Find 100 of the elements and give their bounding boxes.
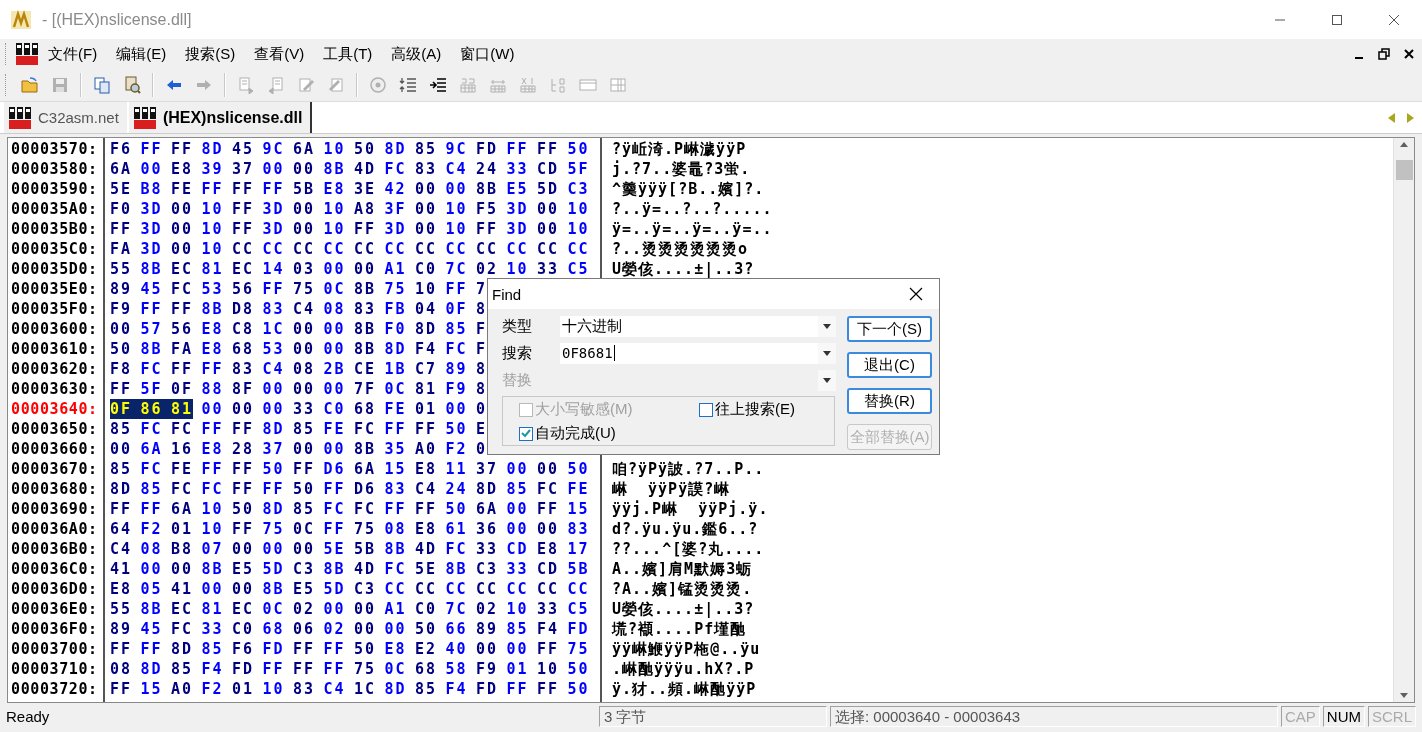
hex-byte[interactable]: 04 xyxy=(415,299,446,319)
hex-byte[interactable]: FC xyxy=(384,159,415,179)
hex-byte[interactable]: FF xyxy=(232,479,263,499)
hex-byte[interactable]: A8 xyxy=(354,199,385,219)
hex-byte[interactable]: 5E xyxy=(110,179,141,199)
hex-byte[interactable]: CC xyxy=(262,239,293,259)
hex-byte[interactable]: 00 xyxy=(506,519,537,539)
hex-byte[interactable]: 85 xyxy=(506,479,537,499)
hex-byte[interactable]: FC xyxy=(140,359,171,379)
hex-byte[interactable]: 8B xyxy=(262,579,293,599)
hex-byte[interactable]: 06 xyxy=(293,619,324,639)
hex-byte[interactable]: B8 xyxy=(171,539,202,559)
hex-byte[interactable]: 1C xyxy=(354,679,385,699)
hex-byte[interactable]: FF xyxy=(384,499,415,519)
hex-byte[interactable]: 8D xyxy=(415,319,446,339)
hex-byte[interactable]: FF xyxy=(140,499,171,519)
hex-byte[interactable]: 3D xyxy=(506,199,537,219)
hex-byte[interactable]: E xyxy=(476,419,486,439)
menu-item[interactable]: 窗口(W) xyxy=(460,42,515,66)
hex-byte[interactable]: 8 xyxy=(476,379,486,399)
hex-byte[interactable]: 4D xyxy=(354,559,385,579)
hex-byte[interactable]: CC xyxy=(476,579,507,599)
hex-byte[interactable]: 85 xyxy=(415,679,446,699)
hex-byte[interactable]: FF xyxy=(445,279,476,299)
hex-byte[interactable]: 00 xyxy=(445,179,476,199)
hex-byte[interactable]: D6 xyxy=(354,479,385,499)
hex-byte[interactable]: 01 xyxy=(415,399,446,419)
hex-byte[interactable]: FA xyxy=(110,239,141,259)
hex-byte[interactable]: 17 xyxy=(567,539,598,559)
hex-byte[interactable]: 75 xyxy=(354,659,385,679)
hex-byte[interactable]: 89 xyxy=(476,619,507,639)
hex-byte[interactable]: FF xyxy=(476,219,507,239)
hex-byte[interactable]: 00 xyxy=(415,219,446,239)
hex-byte[interactable]: FF xyxy=(232,219,263,239)
hex-byte[interactable]: 45 xyxy=(140,279,171,299)
find-icon[interactable] xyxy=(123,76,141,94)
hex-byte[interactable]: FF xyxy=(171,299,202,319)
hex-byte[interactable]: 8B xyxy=(354,319,385,339)
hex-byte[interactable]: D8 xyxy=(232,299,263,319)
hex-byte[interactable]: FE xyxy=(171,179,202,199)
hex-byte[interactable]: 83 xyxy=(232,359,263,379)
hex-byte[interactable]: CE xyxy=(354,359,385,379)
hex-byte[interactable]: 68 xyxy=(232,339,263,359)
dropdown-arrow-icon[interactable] xyxy=(823,323,831,329)
hex-byte[interactable]: 66 xyxy=(445,619,476,639)
hex-byte[interactable]: 89 xyxy=(445,359,476,379)
hex-byte[interactable]: 00 xyxy=(354,259,385,279)
hex-byte[interactable]: FF xyxy=(323,639,354,659)
hex-byte[interactable]: 08 xyxy=(140,539,171,559)
hex-byte[interactable]: 00 xyxy=(262,399,293,419)
hex-byte[interactable]: 24 xyxy=(476,159,507,179)
hex-byte[interactable]: 07 xyxy=(201,539,232,559)
hex-byte[interactable]: E8 xyxy=(415,459,446,479)
hex-byte[interactable]: FD xyxy=(567,619,598,639)
hex-byte[interactable]: 33 xyxy=(201,619,232,639)
hex-byte[interactable]: 8B xyxy=(201,559,232,579)
hex-byte[interactable]: 83 xyxy=(415,159,446,179)
hex-byte[interactable]: C3 xyxy=(293,559,324,579)
hex-byte[interactable]: 41 xyxy=(110,559,141,579)
hex-byte[interactable]: 00 xyxy=(171,239,202,259)
hex-byte[interactable]: F xyxy=(476,339,486,359)
hex-byte[interactable]: 8D xyxy=(384,339,415,359)
hex-byte[interactable]: 85 xyxy=(110,459,141,479)
hex-byte[interactable]: 10 xyxy=(567,199,598,219)
hex-byte[interactable]: E8 xyxy=(323,179,354,199)
hex-byte[interactable]: 85 xyxy=(140,479,171,499)
hex-byte[interactable]: FC xyxy=(445,539,476,559)
hex-byte[interactable]: CC xyxy=(232,239,263,259)
hex-byte[interactable]: D6 xyxy=(323,459,354,479)
hex-byte[interactable]: 00 xyxy=(201,579,232,599)
hex-byte[interactable]: 08 xyxy=(323,299,354,319)
hex-byte[interactable]: FF xyxy=(537,679,568,699)
dialog-button[interactable]: 替换(R) xyxy=(847,388,932,414)
hex-byte[interactable]: 00 xyxy=(354,619,385,639)
hex-byte[interactable]: 3D xyxy=(384,219,415,239)
hex-byte[interactable]: 00 xyxy=(537,199,568,219)
hex-byte[interactable]: 50 xyxy=(445,419,476,439)
dialog-button[interactable]: 退出(C) xyxy=(847,352,932,378)
hex-byte[interactable]: 8D xyxy=(384,679,415,699)
hex-byte[interactable]: 00 xyxy=(415,199,446,219)
hex-byte[interactable]: FF xyxy=(201,359,232,379)
hex-byte[interactable]: FF xyxy=(323,479,354,499)
hex-byte[interactable]: FF xyxy=(323,519,354,539)
hex-byte[interactable]: 5B xyxy=(354,539,385,559)
hex-byte[interactable]: 15 xyxy=(567,499,598,519)
hex-byte[interactable]: C0 xyxy=(415,599,446,619)
hex-byte[interactable]: FE xyxy=(171,459,202,479)
hex-byte[interactable]: 00 xyxy=(262,159,293,179)
menu-item[interactable]: 搜索(S) xyxy=(185,42,236,66)
hex-byte[interactable]: 3D xyxy=(262,199,293,219)
hex-byte[interactable]: 10 xyxy=(506,259,537,279)
hex-byte[interactable]: A0 xyxy=(171,679,202,699)
hex-byte[interactable]: FF xyxy=(384,419,415,439)
dropdown-arrow-icon[interactable] xyxy=(823,350,831,356)
hex-byte[interactable]: C0 xyxy=(415,259,446,279)
hex-byte[interactable]: F6 xyxy=(232,639,263,659)
hex-byte[interactable]: CC xyxy=(506,239,537,259)
document-tab[interactable]: (HEX)nslicense.dll xyxy=(128,102,313,133)
hex-byte[interactable]: 10 xyxy=(415,279,446,299)
hex-byte[interactable]: 45 xyxy=(232,139,263,159)
